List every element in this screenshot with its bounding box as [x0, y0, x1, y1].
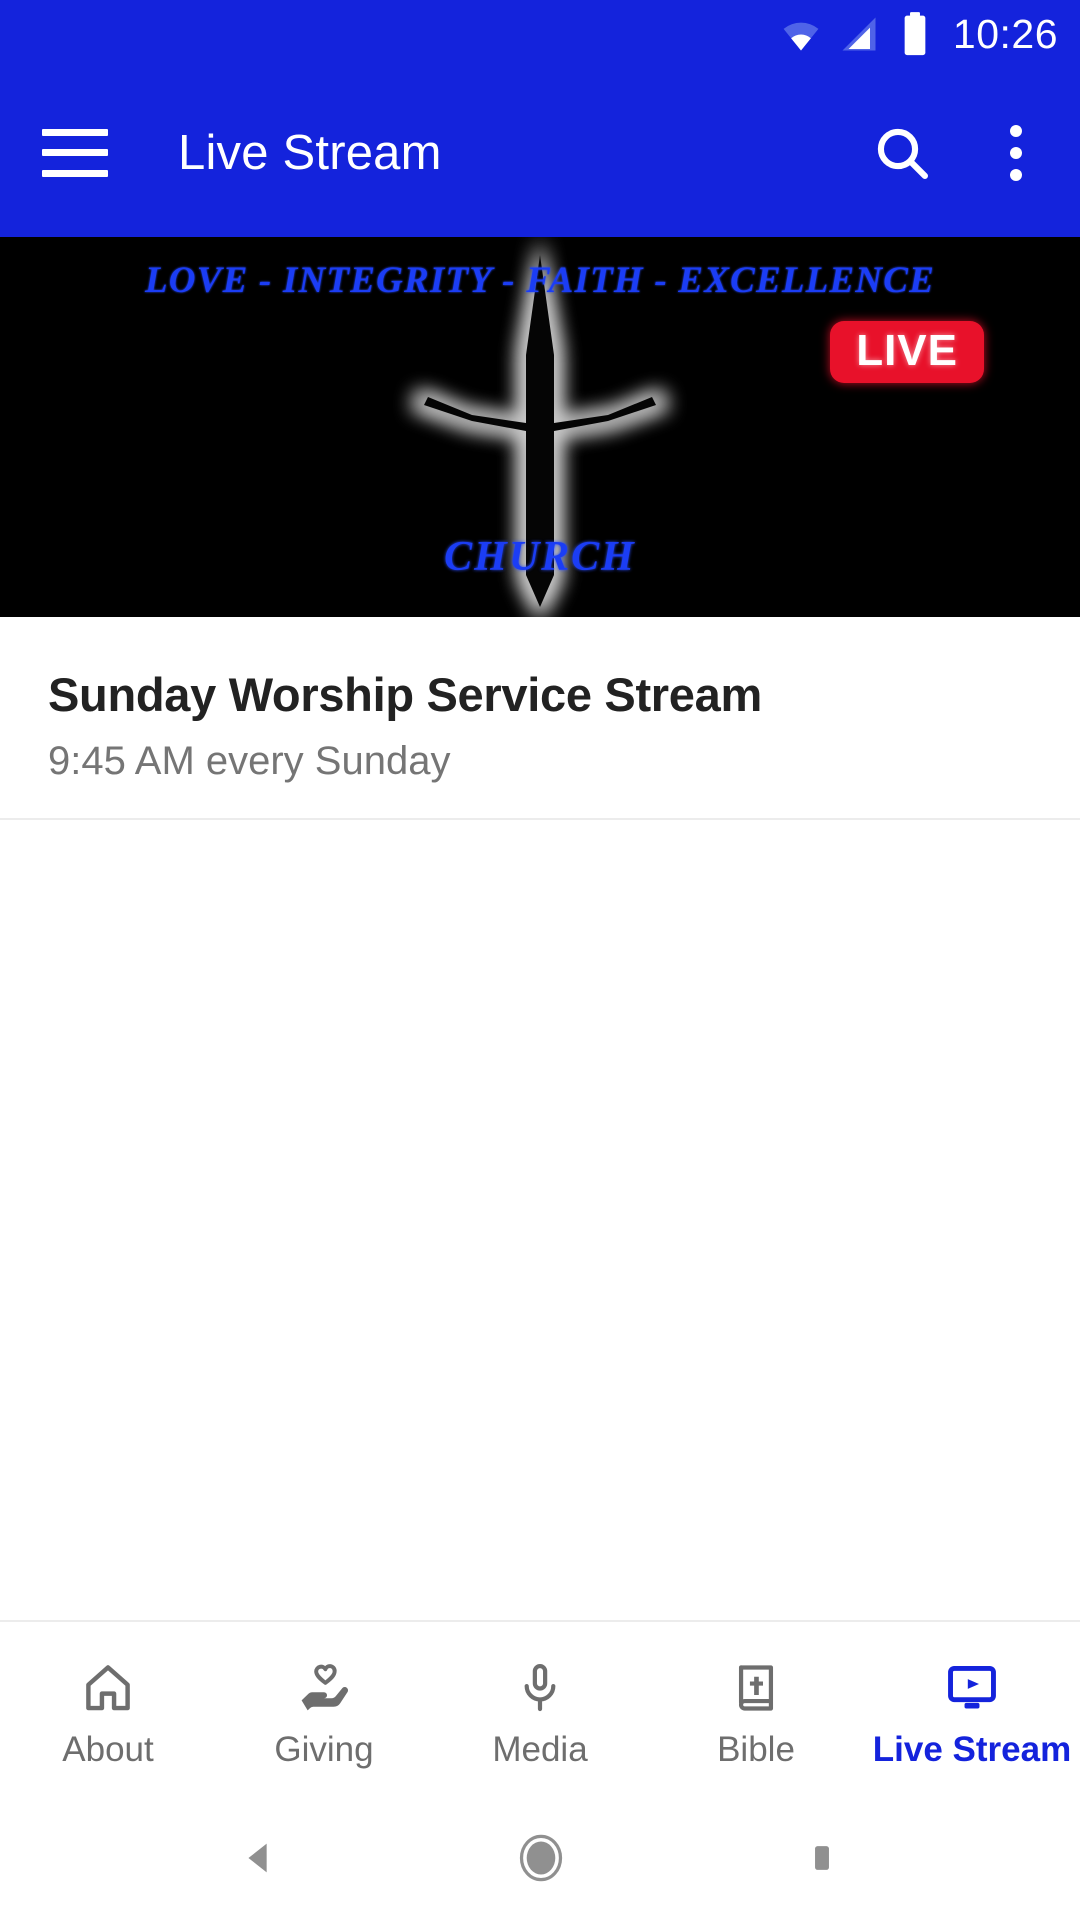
system-navigation-bar: [0, 1796, 1080, 1920]
app-bar: Live Stream: [0, 68, 1080, 237]
cellular-signal-icon: [837, 12, 881, 56]
nav-label-bible: Bible: [717, 1729, 795, 1769]
hamburger-menu-icon[interactable]: [42, 128, 108, 177]
nav-label-media: Media: [492, 1729, 588, 1769]
battery-icon: [895, 11, 935, 57]
bottom-navigation: About Giving Media Bible Live Stream: [0, 1620, 1080, 1796]
nav-item-media[interactable]: Media: [432, 1622, 648, 1796]
microphone-icon: [512, 1658, 568, 1718]
search-icon[interactable]: [866, 117, 938, 189]
home-icon: [80, 1658, 136, 1718]
nav-label-live-stream: Live Stream: [872, 1729, 1072, 1769]
book-cross-icon: [728, 1658, 784, 1718]
nav-item-about[interactable]: About: [0, 1622, 216, 1796]
nav-label-giving: Giving: [274, 1729, 374, 1769]
content-area: [0, 819, 1080, 1620]
church-logo-poster: LOVE - INTEGRITY - FAITH - EXCELLENCE CH…: [0, 237, 1080, 617]
nav-item-giving[interactable]: Giving: [216, 1622, 432, 1796]
live-badge: LIVE: [830, 321, 984, 383]
hand-heart-icon: [296, 1658, 352, 1718]
more-vertical-icon[interactable]: [980, 117, 1052, 189]
page-title: Live Stream: [178, 125, 442, 180]
back-triangle-icon[interactable]: [236, 1835, 282, 1881]
video-player[interactable]: LOVE - INTEGRITY - FAITH - EXCELLENCE CH…: [0, 237, 1080, 617]
stream-subtitle: 9:45 AM every Sunday: [48, 738, 451, 783]
app-root: 10:26 Live Stream LOVE - INTEGRITY - FAI…: [0, 0, 1080, 1920]
nav-item-bible[interactable]: Bible: [648, 1622, 864, 1796]
wifi-icon: [779, 12, 823, 56]
stream-info: Sunday Worship Service Stream 9:45 AM ev…: [0, 617, 1080, 818]
app-bar-actions: [866, 117, 1052, 189]
logo-wordmark: CHURCH: [444, 534, 636, 580]
logo-tagline: LOVE - INTEGRITY - FAITH - EXCELLENCE: [145, 260, 935, 301]
recents-square-icon[interactable]: [800, 1836, 844, 1880]
stream-title: Sunday Worship Service Stream: [48, 668, 762, 721]
monitor-play-icon: [944, 1658, 1000, 1718]
nav-item-live-stream[interactable]: Live Stream: [864, 1622, 1080, 1796]
status-clock: 10:26: [952, 10, 1058, 57]
home-circle-icon[interactable]: [515, 1832, 567, 1884]
nav-label-about: About: [62, 1729, 154, 1769]
status-bar: 10:26: [0, 0, 1080, 68]
